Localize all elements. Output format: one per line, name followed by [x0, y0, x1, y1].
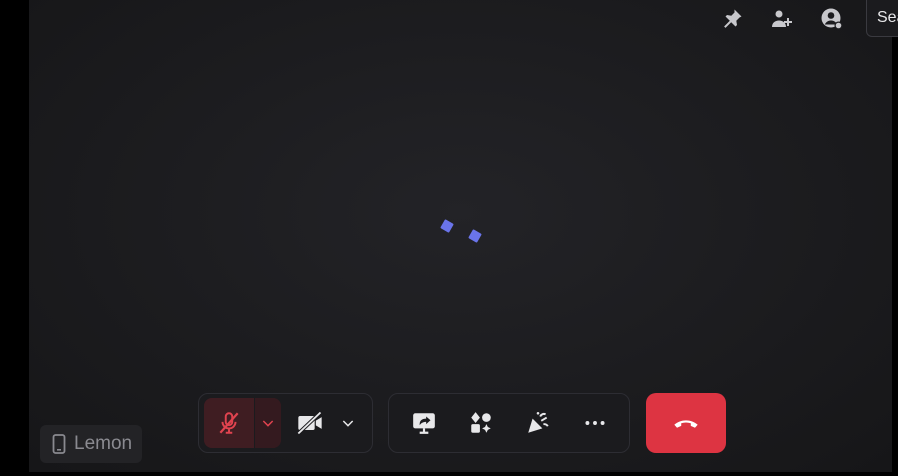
chevron-down-icon: [342, 420, 354, 427]
share-screen-button[interactable]: [400, 399, 448, 447]
share-screen-icon: [412, 413, 435, 434]
mic-control: [204, 398, 281, 448]
phone-icon: [52, 434, 66, 454]
apps-button[interactable]: [457, 399, 505, 447]
camera-toggle-button[interactable]: [285, 398, 335, 448]
apps-icon: [470, 412, 491, 433]
reactions-icon: [527, 411, 549, 433]
loading-spinner-icon: [438, 217, 486, 245]
participant-name: Lemon: [74, 433, 133, 454]
mic-options-button[interactable]: [254, 398, 281, 448]
top-toolbar: [715, 0, 865, 38]
pin-icon[interactable]: [715, 2, 749, 36]
more-icon: [584, 421, 605, 425]
right-border: [892, 0, 898, 476]
account-status-icon[interactable]: [815, 2, 849, 36]
participant-name-badge: Lemon: [40, 425, 142, 463]
chevron-down-icon: [262, 420, 274, 427]
search-input[interactable]: Sea: [866, 0, 898, 37]
camera-options-button[interactable]: [335, 398, 361, 448]
mic-muted-icon: [219, 412, 239, 434]
more-options-button[interactable]: [571, 399, 619, 447]
actions-group: [388, 393, 630, 453]
bottom-border: [29, 472, 898, 476]
leave-call-button[interactable]: [646, 393, 726, 453]
reactions-button[interactable]: [514, 399, 562, 447]
mic-toggle-button[interactable]: [204, 398, 254, 448]
audio-video-group: [198, 393, 373, 453]
add-people-icon[interactable]: [765, 2, 799, 36]
hang-up-icon: [674, 420, 698, 428]
left-border: [0, 0, 29, 476]
camera-off-icon: [297, 411, 322, 435]
call-controls: [198, 393, 726, 453]
